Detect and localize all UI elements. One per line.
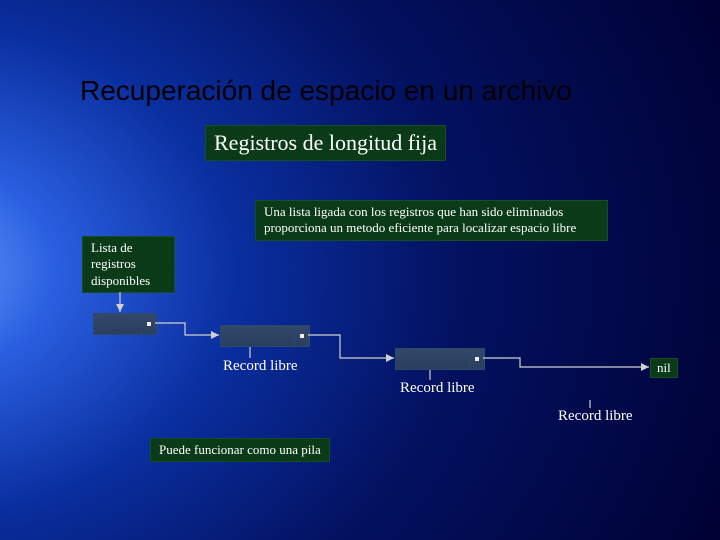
record-label: Record libre (400, 380, 475, 397)
list-head-box: Lista de registros disponibles (82, 236, 175, 293)
footnote-box: Puede funcionar como una pila (150, 438, 330, 462)
description-text: Una lista ligada con los registros que h… (264, 204, 576, 235)
record-body (221, 326, 294, 346)
slide: Recuperación de espacio en un archivo Re… (0, 0, 720, 540)
record-node (395, 348, 485, 370)
record-node (93, 313, 157, 335)
record-pointer-icon (294, 326, 309, 346)
slide-title: Recuperación de espacio en un archivo (80, 75, 572, 107)
record-label: Record libre (223, 358, 298, 375)
description-box: Una lista ligada con los registros que h… (255, 200, 608, 241)
record-pointer-icon (141, 314, 156, 334)
record-body (94, 314, 141, 334)
record-body (396, 349, 469, 369)
footnote-text: Puede funcionar como una pila (159, 442, 321, 457)
record-label: Record libre (558, 408, 633, 425)
list-head-label: Lista de registros disponibles (91, 240, 150, 288)
record-pointer-icon (469, 349, 484, 369)
record-node (220, 325, 310, 347)
nil-box: nil (650, 358, 678, 378)
subtitle-box: Registros de longitud fija (205, 125, 446, 161)
